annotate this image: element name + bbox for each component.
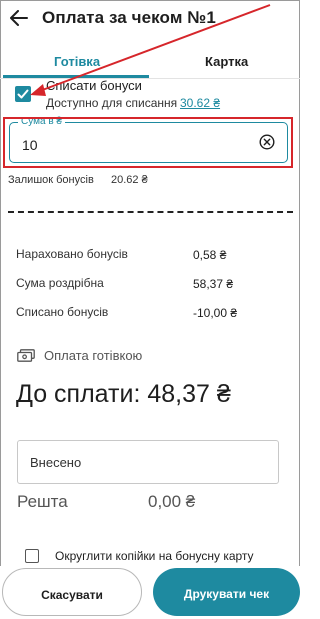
written-off-value: -10,00 ₴	[193, 306, 238, 320]
balance-label: Залишок бонусів	[8, 174, 94, 186]
write-off-label: Списати бонуси	[46, 78, 142, 93]
tab-cash[interactable]: Готівка	[54, 54, 100, 69]
round-checkbox[interactable]	[25, 549, 39, 563]
write-off-checkbox[interactable]	[15, 86, 31, 102]
dashed-divider	[8, 211, 293, 213]
print-receipt-button[interactable]: Друкувати чек	[153, 568, 300, 616]
change-value: 0,00 ₴	[148, 492, 196, 511]
cash-icon	[17, 349, 35, 362]
cancel-button[interactable]: Скасувати	[2, 568, 142, 616]
retail-sum-value: 58,37 ₴	[193, 277, 234, 291]
checkmark-icon	[17, 89, 29, 99]
retail-sum-label: Сума роздрібна	[16, 276, 104, 290]
highlight-box	[3, 117, 293, 168]
written-off-label: Списано бонусів	[16, 305, 109, 319]
page-title: Оплата за чеком №1	[42, 8, 216, 27]
amount-due: До сплати: 48,37 ₴	[16, 380, 231, 408]
arrow-left-icon[interactable]	[10, 10, 28, 26]
tab-card[interactable]: Картка	[205, 54, 248, 69]
print-button-label: Друкувати чек	[183, 587, 270, 601]
available-value-link[interactable]: 30.62 ₴	[180, 96, 220, 110]
round-option-label: Округлити копійки на бонусну карту	[55, 549, 254, 563]
available-label: Доступно для списання	[46, 96, 178, 110]
change-label: Решта	[17, 492, 68, 511]
cancel-button-label: Скасувати	[41, 588, 103, 602]
payment-method-label: Оплата готівкою	[44, 348, 143, 363]
paid-input-placeholder[interactable]: Внесено	[30, 455, 81, 470]
balance-value: 20.62 ₴	[111, 174, 148, 186]
accrued-bonus-label: Нараховано бонусів	[16, 247, 128, 261]
tab-divider	[0, 78, 300, 79]
accrued-bonus-value: 0,58 ₴	[193, 248, 227, 262]
